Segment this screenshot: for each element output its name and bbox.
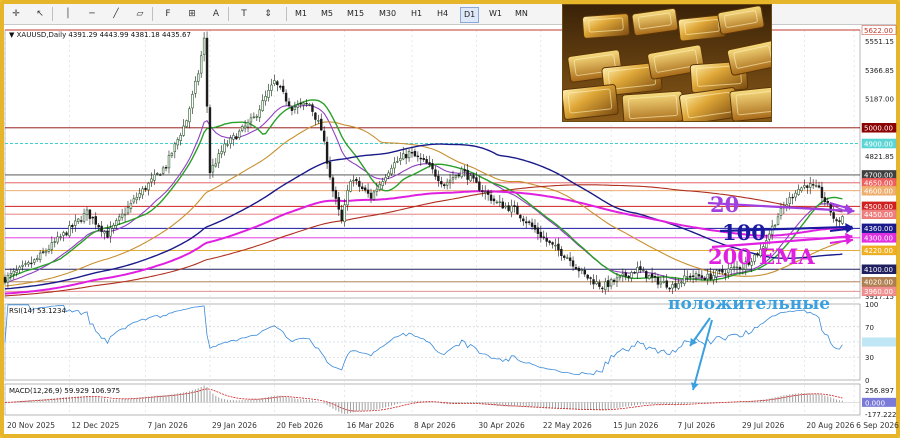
- rsi-axis-label: 70: [865, 324, 874, 332]
- x-tick-label: 12 Dec 2025: [71, 421, 119, 430]
- price-level-tag: 5622.00: [861, 25, 897, 35]
- ma20-annotation: 20: [710, 192, 739, 217]
- rsi-axis-label: 30: [865, 354, 874, 362]
- price-tick-label: 5187.00: [865, 95, 894, 103]
- price-level-tag: 4100.00: [861, 264, 897, 274]
- gold-bars-image: [562, 4, 772, 122]
- x-tick-label: 20 Feb 2026: [276, 421, 323, 430]
- macd-axis-label: 256.897: [865, 387, 894, 395]
- x-tick-label: 15 Jun 2026: [613, 421, 658, 430]
- svg-text:4100.00: 4100.00: [864, 266, 893, 274]
- toolbar-separator: [286, 7, 287, 21]
- x-tick-label: 6 Sep 2026: [856, 421, 899, 430]
- toolbar-separator: [52, 7, 53, 21]
- price-level-tag: 4300.00: [861, 233, 897, 243]
- channel-icon[interactable]: ▱: [132, 6, 148, 22]
- horizontal-line-icon[interactable]: ─: [84, 6, 100, 22]
- rsi-axis-label: 0: [865, 377, 869, 385]
- shapes-icon[interactable]: ⊞: [184, 6, 200, 22]
- candle: [208, 104, 212, 180]
- price-level-tag: 3960.00: [861, 286, 897, 296]
- timeframe-h4-button[interactable]: H4: [434, 7, 451, 21]
- gold-bar: [621, 90, 685, 121]
- ema200-annotation: 200 EMA: [708, 244, 815, 269]
- arrows-icon[interactable]: ⇕: [260, 6, 276, 22]
- x-tick-label: 16 Mar 2026: [347, 421, 395, 430]
- macd-axis-label: -177.222: [865, 411, 896, 419]
- candle: [349, 179, 352, 193]
- candle: [185, 119, 188, 128]
- price-tick-label: 5366.85: [865, 67, 894, 75]
- svg-text:5622.00: 5622.00: [864, 27, 893, 35]
- toolbar-separator: [228, 7, 229, 21]
- svg-text:4900.00: 4900.00: [864, 140, 893, 148]
- candle: [841, 215, 844, 226]
- fibonacci-icon[interactable]: F: [160, 6, 176, 22]
- x-tick-label: 7 Jul 2026: [678, 421, 716, 430]
- x-tick-label: 22 May 2026: [543, 421, 592, 430]
- price-level-tag: 4450.00: [861, 209, 897, 219]
- timeframe-d1-button[interactable]: D1: [460, 7, 480, 23]
- svg-text:4450.00: 4450.00: [864, 211, 893, 219]
- price-tick-label: 4821.85: [865, 153, 894, 161]
- price-level-tag: 4600.00: [861, 185, 897, 195]
- text-icon[interactable]: A: [208, 6, 224, 22]
- timeframe-h1-button[interactable]: H1: [408, 7, 425, 21]
- toolbar-separator: [152, 7, 153, 21]
- trendline-icon[interactable]: ╱: [108, 6, 124, 22]
- price-level-tag: 4020.00: [861, 277, 897, 287]
- x-tick-label: 8 Apr 2026: [414, 421, 456, 430]
- timeframe-m5-button[interactable]: M5: [318, 7, 336, 21]
- crosshair-icon[interactable]: ✛: [8, 6, 24, 22]
- timeframe-mn-button[interactable]: MN: [512, 7, 531, 21]
- x-tick-label: 29 Jan 2026: [212, 421, 257, 430]
- svg-text:3960.00: 3960.00: [864, 288, 893, 296]
- cursor-icon[interactable]: ↖: [32, 6, 48, 22]
- gold-bars-picture: [563, 5, 771, 121]
- price-level-tag: 4360.00: [861, 223, 897, 233]
- label-icon[interactable]: T: [236, 6, 252, 22]
- timeframe-m1-button[interactable]: M1: [292, 7, 310, 21]
- svg-text:5000.00: 5000.00: [864, 125, 893, 133]
- price-tick-label: 5551.15: [865, 38, 894, 46]
- x-tick-label: 20 Nov 2025: [7, 421, 55, 430]
- svg-text:4600.00: 4600.00: [864, 187, 893, 195]
- positive-annotation: положительные: [668, 294, 830, 314]
- timeframe-m15-button[interactable]: M15: [344, 7, 367, 21]
- gold-bar: [563, 84, 619, 120]
- macd-pane[interactable]: [4, 383, 861, 416]
- svg-text:4220.00: 4220.00: [864, 247, 893, 255]
- timeframe-w1-button[interactable]: W1: [486, 7, 505, 21]
- price-level-tag: 5000.00: [861, 123, 897, 133]
- macd-axis-label: 0.000: [865, 399, 885, 407]
- ma100-annotation: 100: [722, 220, 766, 245]
- svg-text:4360.00: 4360.00: [864, 225, 893, 233]
- price-level-tag: 4900.00: [861, 138, 897, 148]
- gold-bar: [581, 13, 631, 39]
- gold-bar: [729, 86, 771, 121]
- svg-text:4020.00: 4020.00: [864, 279, 893, 287]
- x-tick-label: 7 Jan 2026: [148, 421, 188, 430]
- macd-label: MACD(12,26,9) 59.929 106.975: [9, 387, 120, 395]
- rsi-axis-label: 100: [865, 301, 878, 309]
- x-tick-label: 20 Aug 2026: [806, 421, 854, 430]
- timeframe-m30-button[interactable]: M30: [376, 7, 399, 21]
- price-level-tag: 4220.00: [861, 245, 897, 255]
- vertical-line-icon[interactable]: │: [60, 6, 76, 22]
- svg-text:4300.00: 4300.00: [864, 235, 893, 243]
- x-tick-label: 30 Apr 2026: [478, 421, 525, 430]
- rsi-label: RSI(14) 53.1234: [9, 307, 66, 315]
- candle: [205, 31, 209, 113]
- x-tick-label: 29 Jul 2026: [742, 421, 785, 430]
- chart-title: ▼ XAUUSD,Daily 4391.29 4443.99 4381.18 4…: [9, 31, 191, 39]
